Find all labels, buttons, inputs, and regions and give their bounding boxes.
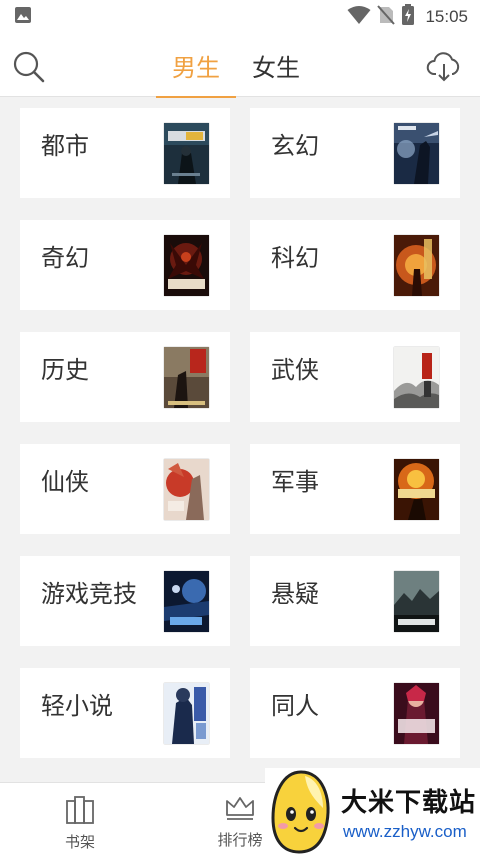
book-cover <box>164 235 209 296</box>
category-label: 仙侠 <box>41 468 89 496</box>
download-button[interactable] <box>426 50 462 84</box>
category-label: 历史 <box>41 356 89 384</box>
no-sim-icon <box>377 5 396 29</box>
status-time: 15:05 <box>425 7 468 26</box>
watermark-title: 大米下载站 <box>341 788 477 818</box>
nav-item-bookshelf[interactable]: 书架 <box>25 783 135 854</box>
image-icon <box>14 6 32 28</box>
wifi-icon <box>347 5 371 29</box>
category-label: 同人 <box>271 692 319 720</box>
tab-male[interactable]: 男生 <box>156 34 236 98</box>
category-card-kehuan[interactable]: 科幻 <box>250 220 460 310</box>
tab-female[interactable]: 女生 <box>236 34 316 97</box>
search-icon <box>12 51 46 88</box>
nav-label: 排行榜 <box>217 831 263 849</box>
category-card-dushi[interactable]: 都市 <box>20 108 230 198</box>
category-card-qihuan[interactable]: 奇幻 <box>20 220 230 310</box>
book-cover <box>164 683 209 744</box>
category-card-xuanhuan[interactable]: 玄幻 <box>250 108 460 198</box>
gender-tabs: 男生 女生 <box>156 34 316 98</box>
book-cover <box>394 123 439 184</box>
category-card-tongren[interactable]: 同人 <box>250 668 460 758</box>
category-card-xianxia[interactable]: 仙侠 <box>20 444 230 534</box>
watermark-logo-icon <box>265 768 337 854</box>
category-label: 科幻 <box>271 244 319 272</box>
category-label: 悬疑 <box>271 580 319 608</box>
book-cover <box>164 123 209 184</box>
category-label: 武侠 <box>271 356 319 384</box>
category-card-youxijingji[interactable]: 游戏竞技 <box>20 556 230 646</box>
bookshelf-icon <box>65 795 95 829</box>
category-label: 玄幻 <box>271 132 319 160</box>
search-button[interactable] <box>12 50 46 84</box>
cloud-download-icon <box>426 52 462 88</box>
book-cover <box>164 571 209 632</box>
category-grid: 都市 玄幻 奇幻 科幻 历史 武侠 仙侠 军事 游戏竞技 悬疑 轻小说 同人 <box>20 108 460 758</box>
category-label: 都市 <box>41 132 89 160</box>
category-label: 奇幻 <box>41 244 89 272</box>
crown-icon <box>224 795 256 827</box>
book-cover <box>394 235 439 296</box>
category-card-qingxiaoshuo[interactable]: 轻小说 <box>20 668 230 758</box>
book-cover <box>394 459 439 520</box>
watermark: 大米下载站 www.zzhyw.com <box>265 768 480 854</box>
header: 男生 女生 <box>0 34 480 98</box>
category-card-xuanyi[interactable]: 悬疑 <box>250 556 460 646</box>
book-cover <box>394 683 439 744</box>
category-label: 游戏竞技 <box>41 580 137 608</box>
category-label: 轻小说 <box>41 692 113 720</box>
book-cover <box>394 571 439 632</box>
category-card-lishi[interactable]: 历史 <box>20 332 230 422</box>
category-card-junshi[interactable]: 军事 <box>250 444 460 534</box>
nav-label: 书架 <box>64 833 95 851</box>
status-bar: 15:05 <box>0 0 480 34</box>
category-card-wuxia[interactable]: 武侠 <box>250 332 460 422</box>
book-cover <box>164 459 209 520</box>
book-cover <box>164 347 209 408</box>
battery-charging-icon <box>401 4 415 30</box>
book-cover <box>394 347 439 408</box>
watermark-url: www.zzhyw.com <box>343 822 467 841</box>
category-label: 军事 <box>271 468 319 496</box>
